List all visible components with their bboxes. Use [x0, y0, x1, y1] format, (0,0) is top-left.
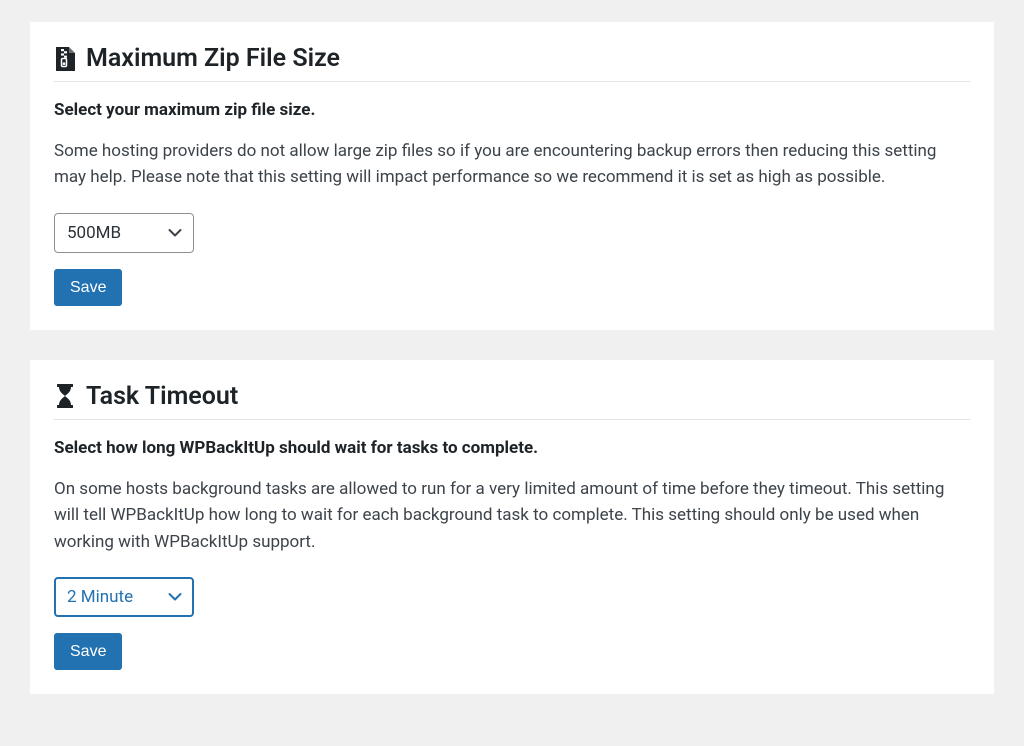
zip-subheading: Select your maximum zip file size. [54, 100, 970, 120]
task-timeout-card: Task Timeout Select how long WPBackItUp … [30, 360, 994, 694]
zip-size-select[interactable]: 500MB [54, 213, 194, 253]
timeout-select[interactable]: 2 Minute [54, 577, 194, 617]
zip-file-size-card: Maximum Zip File Size Select your maximu… [30, 22, 994, 330]
zip-select-wrap: 500MB [54, 213, 194, 253]
hourglass-icon [54, 383, 76, 409]
file-zip-icon [54, 46, 76, 72]
timeout-subheading: Select how long WPBackItUp should wait f… [54, 438, 970, 458]
timeout-select-wrap: 2 Minute [54, 577, 194, 617]
timeout-description: On some hosts background tasks are allow… [54, 476, 970, 555]
zip-description: Some hosting providers do not allow larg… [54, 138, 970, 191]
timeout-card-title: Task Timeout [54, 382, 970, 420]
zip-title-text: Maximum Zip File Size [86, 44, 340, 73]
zip-card-title: Maximum Zip File Size [54, 44, 970, 82]
zip-save-button[interactable]: Save [54, 269, 122, 306]
timeout-save-button[interactable]: Save [54, 633, 122, 670]
timeout-title-text: Task Timeout [86, 382, 238, 411]
